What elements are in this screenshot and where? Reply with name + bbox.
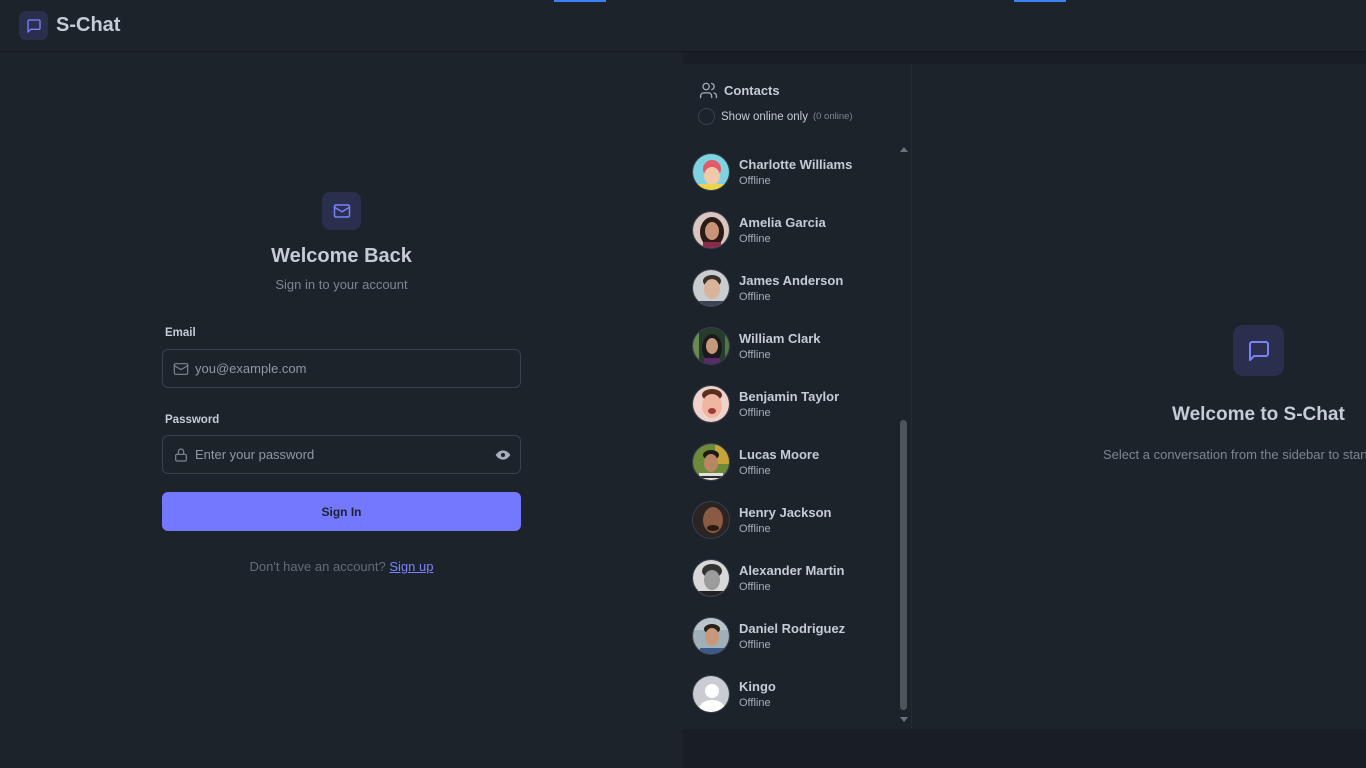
contact-item[interactable]: Daniel Rodriguez Offline (683, 614, 898, 671)
scrollbar-thumb[interactable] (900, 420, 907, 710)
contact-list: Charlotte Williams Offline Amelia Garcia… (683, 150, 898, 725)
contact-item[interactable]: Lucas Moore Offline (683, 440, 898, 497)
scroll-down-arrow[interactable] (900, 717, 908, 722)
chat-pane: Contacts Show online only (0 online) Cha… (683, 0, 1366, 768)
sign-in-button[interactable]: Sign In (162, 492, 521, 531)
contacts-title: Contacts (724, 83, 780, 98)
chat-container: Contacts Show online only (0 online) Cha… (683, 64, 1366, 729)
password-field-wrapper (162, 435, 521, 474)
online-count: (0 online) (812, 111, 853, 122)
page-subtitle: Sign in to your account (275, 277, 408, 292)
tab-indicator (1014, 0, 1066, 2)
avatar (692, 153, 730, 191)
password-input[interactable] (195, 436, 485, 473)
welcome-subtitle: Select a conversation from the sidebar t… (1103, 447, 1366, 462)
show-online-checkbox[interactable] (698, 108, 715, 125)
avatar (692, 327, 730, 365)
users-icon (699, 81, 718, 100)
password-label: Password (165, 414, 220, 426)
page-title: Welcome Back (271, 245, 412, 267)
contact-status: Offline (739, 291, 771, 303)
contact-name: Alexander Martin (739, 563, 845, 578)
contacts-sidebar: Contacts Show online only (0 online) Cha… (683, 64, 912, 729)
online-filter: Show online only (0 online) (698, 108, 853, 125)
contact-item[interactable]: Amelia Garcia Offline (683, 208, 898, 265)
contacts-scrollbar[interactable] (898, 144, 910, 729)
contact-status: Offline (739, 233, 771, 245)
mail-icon (173, 361, 189, 377)
contacts-header: Contacts (699, 81, 780, 100)
avatar (692, 443, 730, 481)
message-square-icon (19, 11, 48, 40)
signup-prompt-text: Don't have an account? (249, 559, 386, 574)
contact-item[interactable]: Henry Jackson Offline (683, 498, 898, 555)
message-square-icon (1233, 325, 1284, 376)
lock-icon (173, 447, 189, 463)
signup-prompt: Don't have an account? Sign up (0, 559, 683, 574)
contact-name: Daniel Rodriguez (739, 621, 846, 636)
scroll-up-arrow[interactable] (900, 147, 908, 152)
contact-name: William Clark (739, 331, 821, 346)
avatar (692, 211, 730, 249)
contact-status: Offline (739, 639, 771, 651)
contact-name: Henry Jackson (739, 505, 832, 520)
contact-status: Offline (739, 581, 771, 593)
welcome-title: Welcome to S-Chat (1172, 404, 1345, 425)
user-avatar-icon (692, 675, 730, 713)
contact-name: Charlotte Williams (739, 157, 853, 172)
contact-item[interactable]: Charlotte Williams Offline (683, 150, 898, 207)
contact-name: Benjamin Taylor (739, 389, 840, 404)
top-navbar: S-Chat (0, 0, 683, 52)
sign-up-link[interactable]: Sign up (389, 559, 433, 574)
email-field-wrapper (162, 349, 521, 388)
avatar (692, 617, 730, 655)
login-pane: S-Chat Welcome Back Sign in to your acco… (0, 0, 683, 768)
contact-item[interactable]: Alexander Martin Offline (683, 556, 898, 613)
email-label: Email (165, 327, 196, 339)
contact-status: Offline (739, 175, 771, 187)
contact-status: Offline (739, 523, 771, 535)
contact-name: James Anderson (739, 273, 844, 288)
contact-item[interactable]: William Clark Offline (683, 324, 898, 381)
chat-navbar (683, 0, 1366, 52)
tab-indicator (554, 0, 606, 2)
contact-name: Kingo (739, 679, 776, 694)
contact-item[interactable]: Benjamin Taylor Offline (683, 382, 898, 439)
contact-item[interactable]: Kingo Offline (683, 672, 898, 725)
contact-status: Offline (739, 407, 771, 419)
avatar (692, 559, 730, 597)
email-input[interactable] (195, 350, 485, 387)
brand-link[interactable]: S-Chat (19, 11, 120, 40)
brand-title: S-Chat (56, 14, 121, 36)
contact-status: Offline (739, 697, 771, 709)
contact-item[interactable]: James Anderson Offline (683, 266, 898, 323)
contact-status: Offline (739, 349, 771, 361)
avatar (692, 501, 730, 539)
eye-icon[interactable] (495, 447, 511, 463)
contact-name: Lucas Moore (739, 447, 820, 462)
contact-name: Amelia Garcia (739, 215, 826, 230)
avatar (692, 269, 730, 307)
contact-status: Offline (739, 465, 771, 477)
avatar (692, 385, 730, 423)
mail-icon (322, 192, 361, 230)
show-online-label: Show online only (721, 110, 808, 123)
